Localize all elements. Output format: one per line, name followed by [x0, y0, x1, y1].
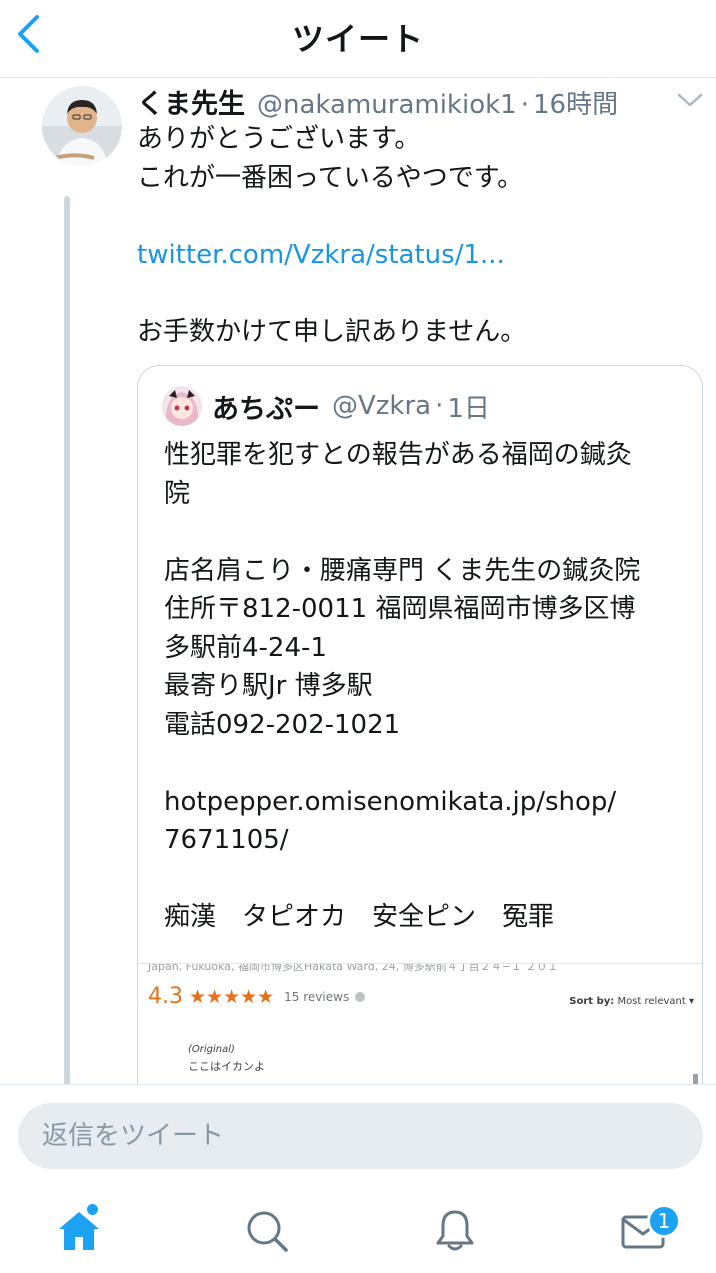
quoted-author-handle: @Vzkra — [332, 391, 432, 421]
tab-search[interactable] — [242, 1206, 292, 1256]
scrollbar-thumb — [693, 1074, 698, 1084]
sort-value: Most relevant — [617, 996, 686, 1007]
author-avatar[interactable] — [42, 86, 122, 166]
info-icon — [355, 991, 366, 1002]
sort-control: Sort by: Most relevant ▾ — [569, 996, 694, 1007]
quoted-text-line: 多駅前4-24-1 — [164, 632, 327, 663]
tweet-text-line — [137, 197, 697, 236]
tab-notifications[interactable] — [430, 1206, 480, 1256]
anime-avatar-image — [162, 386, 202, 426]
quoted-text-line — [164, 860, 694, 899]
reply-input[interactable] — [18, 1103, 703, 1169]
reply-bar — [0, 1084, 716, 1184]
tweet-text: ありがとうございます。 これが一番困っているやつです。 twitter.com/… — [137, 120, 697, 351]
quoted-tweet-image[interactable]: Japan, Fukuoka, 福岡市博多区Hakata Ward, 24, 博… — [138, 963, 702, 1084]
tweet-menu-button[interactable] — [676, 90, 704, 110]
tweet: くま先生 @nakamuramikiok1 · 16時間 ありがとうございます。… — [0, 78, 716, 1084]
review-count: 15 reviews — [284, 989, 350, 1004]
tweet-link[interactable]: twitter.com/Vzkra/status/1... — [137, 236, 697, 275]
quoted-timestamp: 1日 — [447, 393, 490, 424]
page-title: ツイート — [291, 20, 424, 58]
author-name[interactable]: くま先生 — [137, 82, 245, 121]
original-label: (Original) — [188, 1044, 235, 1055]
tweet-text-line — [137, 274, 697, 313]
separator-dot: · — [435, 391, 444, 421]
tweet-text-line: ありがとうございます。 — [137, 124, 421, 154]
rating-value: 4.3 — [148, 984, 183, 1009]
messages-badge: 1 — [647, 1204, 681, 1238]
search-icon — [247, 1211, 288, 1252]
quoted-text-line: 最寄り駅Jr 博多駅 — [164, 671, 373, 701]
tweet-timestamp: 16時間 — [532, 90, 619, 120]
tweet-author-row: くま先生 @nakamuramikiok1 · 16時間 — [137, 82, 696, 122]
quoted-text-line: hotpepper.omisenomikata.jp/shop/ — [164, 786, 617, 817]
quoted-text-line: 電話092-202-1021 — [164, 709, 401, 740]
quoted-text-line: 店名肩こり・腰痛専門 くま先生の鍼灸院 — [164, 555, 641, 586]
quoted-text-line: 7671105/ — [164, 825, 289, 855]
thread-line — [64, 196, 70, 1084]
quoted-author-name: あちぷー — [212, 393, 320, 425]
address-strip: Japan, Fukuoka, 福岡市博多区Hakata Ward, 24, 博… — [148, 963, 559, 973]
quoted-text-line: 性犯罪を犯すとの報告がある福岡の鍼灸 — [164, 440, 632, 470]
quoted-author-row: あちぷー @Vzkra · 1日 — [162, 384, 490, 428]
bottom-tab-bar: 1 — [0, 1184, 716, 1273]
star-rating: ★★★★★ — [189, 985, 275, 1008]
quoted-tweet-card[interactable]: あちぷー @Vzkra · 1日 性犯罪を犯すとの報告がある福岡の鍼灸 院 店名… — [137, 365, 703, 1084]
quoted-text-line — [164, 513, 694, 552]
rating-row: 4.3 ★★★★★ 15 reviews — [148, 984, 366, 1009]
separator-dot: · — [520, 90, 529, 120]
bell-icon — [436, 1210, 474, 1251]
tweet-text-line: これが一番困っているやつです。 — [137, 162, 524, 193]
quoted-text-line: 住所〒812-0011 福岡県福岡市博多区博 — [164, 594, 636, 624]
quoted-text-line: 院 — [164, 478, 191, 509]
quoted-author-avatar — [162, 386, 202, 426]
review-text: ここはイカンよ — [188, 1060, 265, 1073]
quoted-tweet-text: 性犯罪を犯すとの報告がある福岡の鍼灸 院 店名肩こり・腰痛専門 くま先生の鍼灸院… — [164, 436, 694, 937]
top-nav-bar: ツイート — [0, 0, 716, 78]
sort-label: Sort by: — [569, 996, 615, 1007]
dropdown-arrow-icon: ▾ — [688, 996, 694, 1007]
tweet-text-line: お手数かけて申し訳ありません。 — [137, 316, 527, 347]
author-handle[interactable]: @nakamuramikiok1 — [257, 90, 517, 120]
quoted-text-line — [164, 744, 694, 783]
person-avatar-image — [42, 86, 122, 166]
home-new-indicator — [85, 1202, 100, 1217]
quoted-text-line: 痴漢 タピオカ 安全ピン 冤罪 — [164, 902, 555, 932]
chevron-down-icon — [677, 93, 703, 107]
